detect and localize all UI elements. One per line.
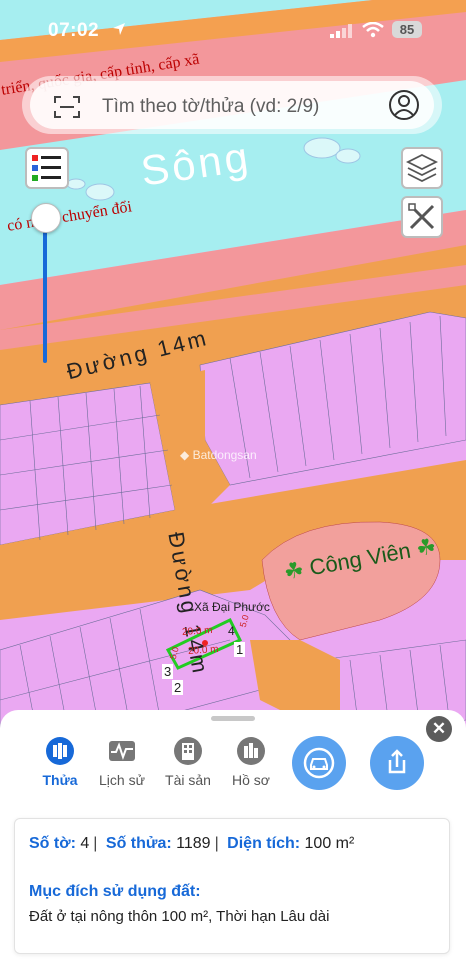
share-icon <box>388 749 406 774</box>
wifi-icon <box>362 22 384 38</box>
dien-tich-value: 100 m² <box>304 835 355 852</box>
scan-icon[interactable] <box>54 96 80 118</box>
watermark-text: Batdongsan <box>192 448 257 462</box>
signal-icon <box>330 24 352 38</box>
search-bar <box>22 76 442 134</box>
tab-label: Tài sản <box>165 772 211 788</box>
layers-button[interactable] <box>401 147 443 189</box>
tab-thua[interactable]: Thửa <box>28 736 92 788</box>
close-icon: ✕ <box>431 719 447 738</box>
document-icon <box>237 737 265 765</box>
zoom-slider-track[interactable] <box>43 215 47 363</box>
location-arrow-icon <box>113 23 125 35</box>
so-to-label: Số tờ: <box>29 835 76 852</box>
tab-label: Hồ sơ <box>232 772 270 788</box>
legend-list-icon <box>32 155 61 181</box>
watermark-logo-icon: ◆ <box>180 448 190 462</box>
parcel-number-1: 1 <box>234 642 246 657</box>
so-thua-value: 1189 <box>176 835 211 852</box>
user-account-icon[interactable] <box>388 89 420 121</box>
parcel-number-2: 2 <box>172 680 184 695</box>
parcel-number-4: 4 <box>228 624 235 638</box>
tab-tai-san[interactable]: Tài sản <box>156 736 220 788</box>
close-sheet-button[interactable]: ✕ <box>426 716 452 742</box>
navigate-button[interactable] <box>292 736 346 790</box>
search-input[interactable] <box>100 95 374 119</box>
building-icon <box>174 737 202 765</box>
purpose-value: Đất ở tại nông thôn 100 m², Thời hạn Lâu… <box>29 908 330 925</box>
so-thua-label: Số thửa: <box>105 835 172 852</box>
ruler-pencil-icon <box>408 203 435 230</box>
parcel-info-card: Số tờ: 4 | Số thửa: 1189 | Diện tích: 100 … <box>14 818 450 954</box>
commune-label: Xã Đại Phước <box>194 600 270 614</box>
status-time: 07:02 <box>48 20 100 41</box>
layers-icon <box>405 153 439 183</box>
tab-label: Thửa <box>42 772 78 788</box>
tab-lich-su[interactable]: Lịch sử <box>90 736 154 788</box>
history-icon <box>109 741 135 761</box>
tab-ho-so[interactable]: Hồ sơ <box>219 736 283 788</box>
purpose-label: Mục đích sử dụng đất: <box>29 883 201 900</box>
clover-icon: ☘ <box>414 533 439 562</box>
dien-tich-label: Diện tích: <box>227 835 301 852</box>
so-to-value: 4 <box>80 835 90 852</box>
measure-tools-button[interactable] <box>401 196 443 238</box>
share-button[interactable] <box>370 736 424 790</box>
car-icon <box>303 747 335 779</box>
parcel-dim-top: 20.0 m <box>181 624 213 639</box>
battery-indicator: 85 <box>392 21 422 38</box>
legend-button[interactable] <box>25 147 69 189</box>
tab-label: Lịch sử <box>99 772 145 788</box>
parcel-number-3: 3 <box>162 664 174 679</box>
sheet-drag-handle[interactable] <box>211 716 255 721</box>
parcel-summary-row: Số tờ: 4 | Số thửa: 1189 | Diện tích: 100 … <box>29 835 355 852</box>
zoom-slider-handle[interactable] <box>31 203 61 233</box>
parcel-dim-bottom: 20.0 m <box>187 643 219 658</box>
watermark: ◆ Batdongsan <box>180 448 257 462</box>
status-bar: 07:02 85 <box>0 0 466 60</box>
clover-icon: ☘ <box>282 556 306 585</box>
parcel-icon <box>46 737 74 765</box>
